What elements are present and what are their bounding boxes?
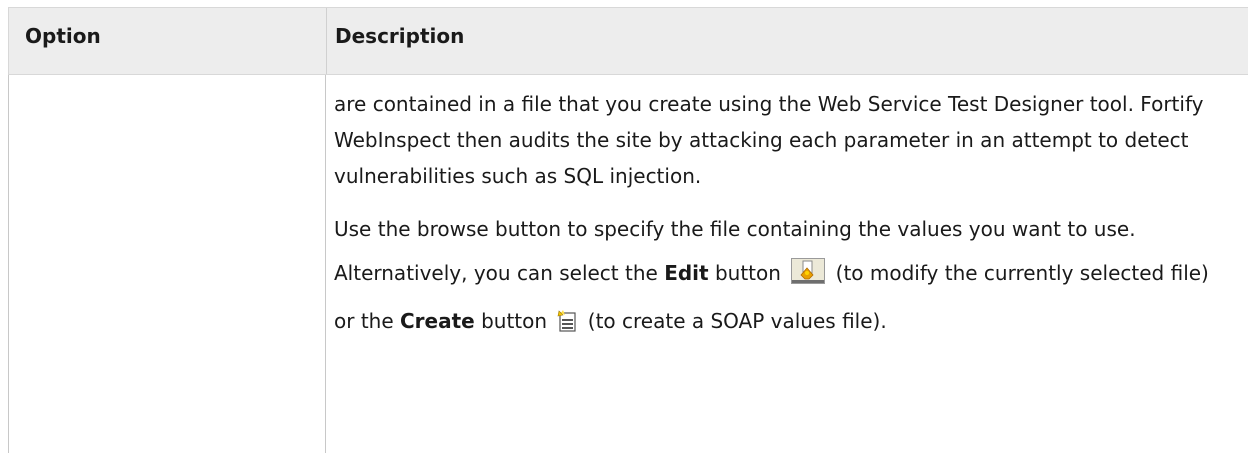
create-icon — [557, 303, 577, 347]
description-paragraph-1: are contained in a file that you create … — [334, 92, 1204, 188]
edit-icon — [791, 255, 826, 299]
create-label: Create — [400, 309, 475, 333]
options-table: Option Description are contained in a fi… — [0, 0, 1248, 453]
column-header-option: Option — [25, 24, 101, 48]
paragraph-text: button — [474, 309, 554, 333]
edit-label: Edit — [664, 261, 709, 285]
paragraph-text: (to create a SOAP values file). — [581, 309, 887, 333]
table-left-border — [8, 75, 9, 453]
column-divider — [325, 75, 326, 453]
description-paragraph-2: Use the browse button to specify the fil… — [334, 207, 1234, 347]
column-divider — [326, 8, 327, 74]
table-header: Option Description — [8, 7, 1248, 75]
column-header-description: Description — [335, 24, 465, 48]
paragraph-text: button — [708, 261, 788, 285]
description-cell: are contained in a file that you create … — [334, 86, 1234, 347]
